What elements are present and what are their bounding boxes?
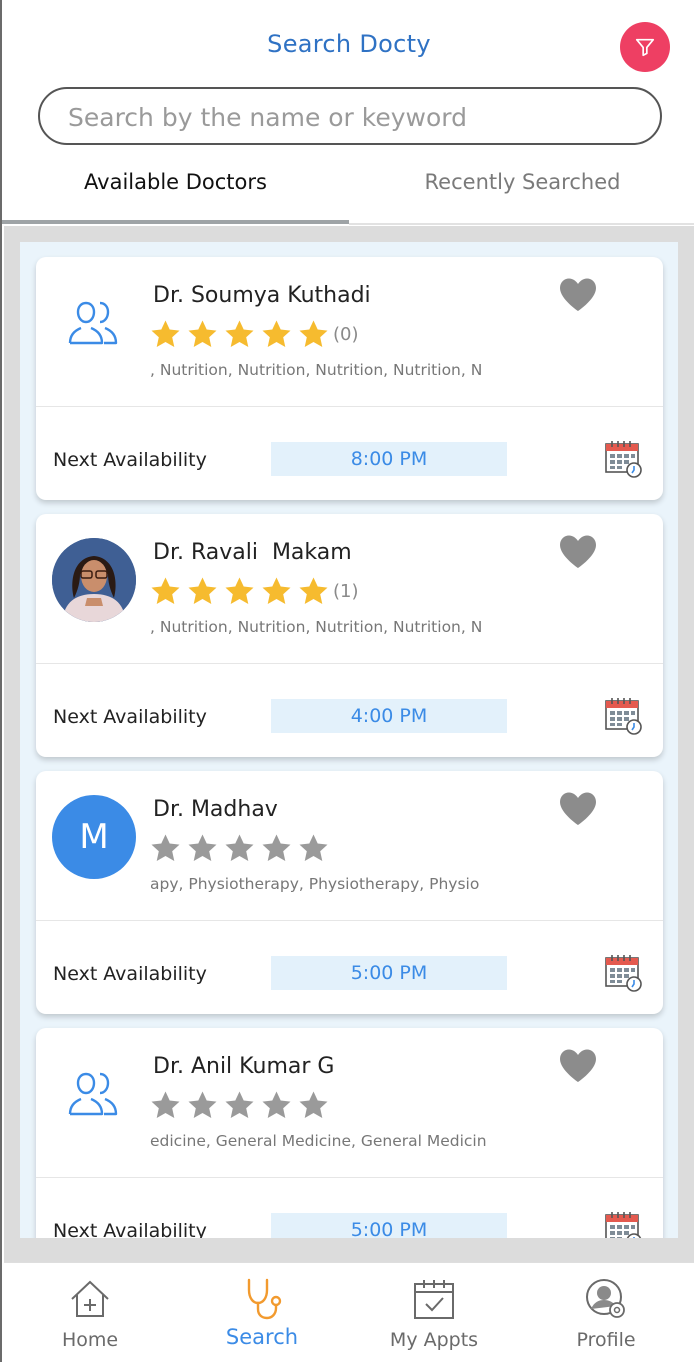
doctor-card[interactable]: Dr. Soumya Kuthadi (0) , Nutrition, Nutr… — [36, 257, 663, 500]
star-empty-icon — [225, 1091, 254, 1118]
star-empty-icon — [262, 1091, 291, 1118]
next-availability-label: Next Availability — [53, 706, 207, 728]
calendar-clock-icon[interactable] — [604, 1210, 644, 1238]
calendar-clock-icon[interactable] — [604, 696, 644, 736]
app-frame: Search Docty Available Doctors Recently … — [0, 0, 694, 1362]
tab-label: Recently Searched — [424, 170, 621, 194]
doctor-photo-image — [52, 538, 136, 622]
star-empty-icon — [151, 1091, 180, 1118]
star-filled-icon — [151, 320, 180, 347]
star-filled-icon — [225, 577, 254, 604]
doctor-card[interactable]: Dr. Ravali Makam (1) , Nutrition, Nutrit… — [36, 514, 663, 757]
bottom-navigation: Home Search My Appts Profile — [4, 1262, 694, 1362]
tab-label: Available Doctors — [84, 170, 267, 194]
favorite-heart-icon[interactable] — [558, 534, 598, 570]
next-availability-time[interactable]: 4:00 PM — [271, 699, 507, 733]
group-icon — [68, 301, 118, 345]
nav-profile[interactable]: Profile — [520, 1263, 692, 1362]
star-filled-icon — [262, 320, 291, 347]
star-empty-icon — [299, 1091, 328, 1118]
calendar-clock-glyph — [605, 698, 642, 735]
star-filled-icon — [262, 577, 291, 604]
nav-label: Profile — [576, 1329, 636, 1351]
rating-count: (0) — [333, 323, 359, 345]
avatar — [52, 281, 136, 365]
specialties: apy, Physiotherapy, Physiotherapy, Physi… — [150, 875, 480, 893]
home-icon — [71, 1280, 109, 1317]
doctor-name: Dr. Soumya Kuthadi — [153, 283, 371, 308]
nav-search[interactable]: Search — [176, 1263, 348, 1362]
favorite-heart-icon[interactable] — [558, 1048, 598, 1084]
nav-label: Home — [61, 1329, 119, 1351]
nav-home[interactable]: Home — [4, 1263, 176, 1362]
calendar-clock-icon[interactable] — [604, 953, 644, 993]
calendar-clock-glyph — [605, 1212, 642, 1238]
stethoscope-icon — [247, 1278, 282, 1320]
card-divider — [36, 663, 663, 664]
card-divider — [36, 1177, 663, 1178]
rating-count: (1) — [333, 580, 359, 602]
favorite-heart-icon[interactable] — [558, 277, 598, 313]
header: Search Docty Available Doctors Recently … — [2, 0, 694, 226]
next-availability-time[interactable]: 5:00 PM — [271, 1213, 507, 1238]
tab-available-doctors[interactable]: Available Doctors — [2, 160, 349, 226]
tab-recently-searched[interactable]: Recently Searched — [349, 160, 694, 226]
next-availability-label: Next Availability — [53, 1220, 207, 1238]
star-empty-icon — [225, 834, 254, 861]
avatar — [52, 1052, 136, 1136]
group-icon — [68, 1072, 118, 1116]
favorite-heart-icon[interactable] — [558, 791, 598, 827]
doctor-name: Dr. Madhav — [153, 797, 278, 822]
search-input[interactable] — [68, 97, 638, 137]
star-empty-icon — [188, 1091, 217, 1118]
tab-bar: Available Doctors Recently Searched — [2, 160, 694, 226]
next-availability-label: Next Availability — [53, 449, 207, 471]
star-empty-icon — [151, 834, 180, 861]
rating-stars: (0) — [150, 317, 359, 351]
avatar-initial: M — [52, 795, 136, 879]
doctor-name: Dr. Anil Kumar G — [153, 1054, 335, 1079]
doctor-photo — [52, 538, 136, 622]
nav-label: Search — [225, 1325, 299, 1349]
rating-stars: (1) — [150, 574, 359, 608]
star-filled-icon — [299, 320, 328, 347]
calendar-clock-glyph — [605, 955, 642, 992]
specialties: edicine, General Medicine, General Medic… — [150, 1132, 487, 1150]
calendar-clock-icon[interactable] — [604, 439, 644, 479]
tab-divider — [349, 223, 694, 225]
next-availability-time[interactable]: 8:00 PM — [271, 442, 507, 476]
next-availability-time[interactable]: 5:00 PM — [271, 956, 507, 990]
rating-stars — [150, 1088, 335, 1122]
doctor-card[interactable]: M Dr. Madhav apy, Physiotherapy, Physiot… — [36, 771, 663, 1014]
calendar-check-icon — [414, 1280, 454, 1319]
filter-icon — [635, 38, 655, 57]
star-filled-icon — [299, 577, 328, 604]
star-empty-icon — [262, 834, 291, 861]
star-filled-icon — [225, 320, 254, 347]
profile-settings-icon — [586, 1279, 625, 1318]
card-divider — [36, 920, 663, 921]
nav-my-appts[interactable]: My Appts — [348, 1263, 520, 1362]
star-filled-icon — [188, 577, 217, 604]
doctor-card[interactable]: Dr. Anil Kumar G edicine, General Medici… — [36, 1028, 663, 1238]
next-availability-label: Next Availability — [53, 963, 207, 985]
star-filled-icon — [188, 320, 217, 347]
doctor-list[interactable]: Dr. Soumya Kuthadi (0) , Nutrition, Nutr… — [20, 242, 678, 1238]
star-empty-icon — [188, 834, 217, 861]
filter-button[interactable] — [620, 22, 670, 72]
doctor-name: Dr. Ravali Makam — [153, 540, 352, 565]
card-divider — [36, 406, 663, 407]
nav-label: My Appts — [389, 1329, 479, 1351]
rating-stars — [150, 831, 335, 865]
page-title: Search Docty — [267, 30, 431, 58]
star-empty-icon — [299, 834, 328, 861]
star-filled-icon — [151, 577, 180, 604]
specialties: , Nutrition, Nutrition, Nutrition, Nutri… — [150, 361, 483, 379]
active-tab-indicator — [2, 220, 349, 224]
search-bar — [38, 87, 662, 145]
specialties: , Nutrition, Nutrition, Nutrition, Nutri… — [150, 618, 483, 636]
calendar-clock-glyph — [605, 441, 642, 478]
